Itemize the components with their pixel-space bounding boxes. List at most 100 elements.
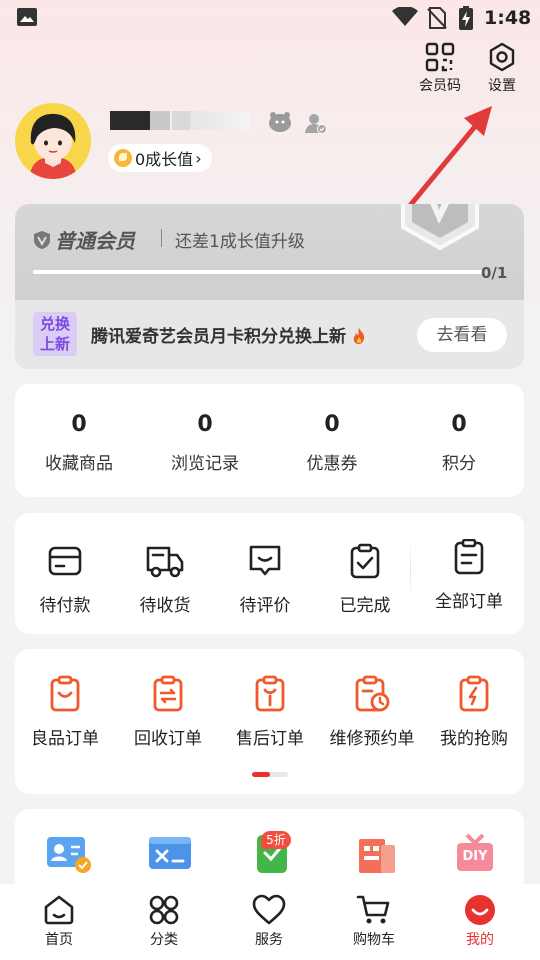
category-icon — [149, 895, 179, 925]
stat-label: 优惠券 — [306, 454, 358, 474]
settings-icon — [489, 42, 515, 72]
identity-badge-icon[interactable] — [267, 110, 293, 134]
promo-tag: 兑换 上新 — [33, 312, 77, 356]
stats-card: 0 收藏商品 0 浏览记录 0 优惠券 0 积分 — [15, 384, 524, 497]
bottom-tab-bar: 首页 分类 服务 购物车 我的 — [0, 884, 540, 960]
tab-home[interactable]: 首页 — [19, 894, 99, 949]
battery-charging-icon — [459, 6, 473, 30]
promo-tag-line2: 上新 — [39, 335, 70, 353]
tab-cart[interactable]: 购物车 — [334, 894, 414, 949]
service-flash-sale[interactable]: 我的抢购 — [422, 675, 526, 749]
recycle-clipboard-icon — [153, 675, 183, 712]
status-bar: 1:48 — [0, 0, 540, 36]
orders-list-icon — [454, 539, 484, 575]
stat-label: 收藏商品 — [45, 454, 113, 474]
member-level-text: 普通会员 — [55, 229, 135, 253]
stat-history[interactable]: 0 浏览记录 — [145, 412, 265, 474]
order-all-label: 全部订单 — [435, 592, 503, 612]
stat-points[interactable]: 0 积分 — [399, 412, 519, 474]
stat-value: 0 — [71, 412, 87, 437]
divider — [410, 541, 411, 601]
order-pending-payment[interactable]: 待付款 — [15, 543, 115, 616]
tab-label: 分类 — [150, 932, 178, 948]
carousel-pager-active — [252, 772, 270, 777]
no-sim-icon — [427, 7, 447, 29]
settings-button[interactable]: 设置 — [474, 42, 530, 95]
discount-phone-tool[interactable]: 5折 — [247, 825, 297, 875]
settings-label: 设置 — [488, 78, 516, 94]
fire-icon — [353, 328, 365, 344]
diy-tool[interactable]: DIY — [453, 831, 497, 875]
stat-coupons[interactable]: 0 优惠券 — [272, 412, 392, 474]
growth-value-pill[interactable]: 0成长值 › — [108, 144, 212, 172]
comment-icon — [249, 545, 281, 576]
service-recycle-orders[interactable]: 回收订单 — [116, 675, 220, 749]
stat-value: 0 — [451, 412, 467, 437]
carousel-pager — [252, 772, 288, 777]
wifi-icon — [392, 7, 418, 26]
service-good-orders[interactable]: 良品订单 — [13, 675, 117, 749]
stat-value: 0 — [324, 412, 340, 437]
tab-label: 服务 — [255, 932, 283, 948]
avatar-face-icon — [29, 113, 77, 179]
stat-value: 0 — [197, 412, 213, 437]
order-pending-receipt[interactable]: 待收货 — [115, 543, 215, 616]
avatar[interactable] — [15, 103, 91, 179]
promo-banner[interactable]: 兑换 上新 腾讯爱奇艺会员月卡积分兑换上新 去看看 — [15, 300, 524, 369]
orders-card: 待付款 待收货 待评价 已完成 全部订单 — [15, 513, 524, 634]
clock-clipboard-icon — [355, 675, 390, 712]
order-pending-review[interactable]: 待评价 — [215, 543, 315, 616]
order-all[interactable]: 全部订单 — [419, 539, 519, 612]
services-card: 良品订单 回收订单 售后订单 维修预约单 我的抢购 — [15, 649, 524, 794]
member-shield-icon — [34, 230, 50, 249]
tab-label: 首页 — [45, 932, 73, 948]
clock-time: 1:48 — [484, 7, 532, 29]
member-code-button[interactable]: 会员码 — [412, 42, 468, 95]
growth-value-text: 0成长值 — [135, 150, 194, 169]
tab-profile[interactable]: 我的 — [440, 894, 520, 949]
check-clipboard-icon — [350, 543, 380, 579]
tab-category[interactable]: 分类 — [124, 894, 204, 949]
tab-service[interactable]: 服务 — [229, 894, 309, 949]
promo-text-content: 腾讯爱奇艺会员月卡积分兑换上新 — [91, 327, 346, 347]
profile-icon — [465, 895, 495, 925]
home-icon — [44, 895, 74, 925]
store-icon[interactable] — [351, 831, 401, 875]
upgrade-hint: 还差1成长值升级 — [175, 232, 305, 252]
order-label: 待评价 — [239, 596, 291, 616]
verified-user-icon[interactable] — [304, 111, 328, 135]
promo-text: 腾讯爱奇艺会员月卡积分兑换上新 — [91, 322, 366, 347]
member-level-title: 普通会员 — [33, 225, 135, 254]
user-name-redacted — [110, 111, 260, 131]
cart-icon — [356, 895, 390, 924]
stat-favorites[interactable]: 0 收藏商品 — [19, 412, 139, 474]
service-after-sales-orders[interactable]: 售后订单 — [218, 675, 322, 749]
annotation-arrow-icon — [405, 106, 492, 211]
tools-browser-icon[interactable] — [145, 831, 195, 875]
truck-icon — [146, 546, 184, 578]
member-code-label: 会员码 — [419, 78, 461, 94]
service-label: 维修预约单 — [329, 729, 415, 749]
tab-label: 我的 — [466, 932, 494, 948]
order-label: 待收货 — [139, 596, 191, 616]
growth-coin-icon — [114, 149, 132, 167]
member-card[interactable]: 普通会员 还差1成长值升级 0/1 兑换 上新 腾讯爱奇艺会员月卡积分兑换上新 … — [15, 204, 524, 369]
promo-tag-line1: 兑换 — [39, 315, 70, 333]
service-label: 回收订单 — [134, 729, 202, 749]
qr-code-icon — [425, 42, 455, 72]
service-repair-appointments[interactable]: 维修预约单 — [320, 675, 424, 749]
growth-progress-bar — [33, 270, 485, 274]
smile-clipboard-icon — [50, 675, 80, 712]
service-label: 良品订单 — [31, 729, 99, 749]
order-label: 已完成 — [339, 596, 391, 616]
diy-label: DIY — [462, 849, 488, 864]
member-level-badge-icon — [401, 204, 479, 251]
promo-view-button[interactable]: 去看看 — [417, 318, 507, 352]
chevron-right-icon: › — [195, 148, 202, 168]
divider — [161, 229, 162, 247]
id-card-icon[interactable] — [43, 831, 93, 875]
tab-label: 购物车 — [353, 932, 395, 948]
discount-badge: 5折 — [261, 831, 291, 849]
wrench-clipboard-icon — [255, 675, 285, 712]
order-completed[interactable]: 已完成 — [315, 543, 415, 616]
